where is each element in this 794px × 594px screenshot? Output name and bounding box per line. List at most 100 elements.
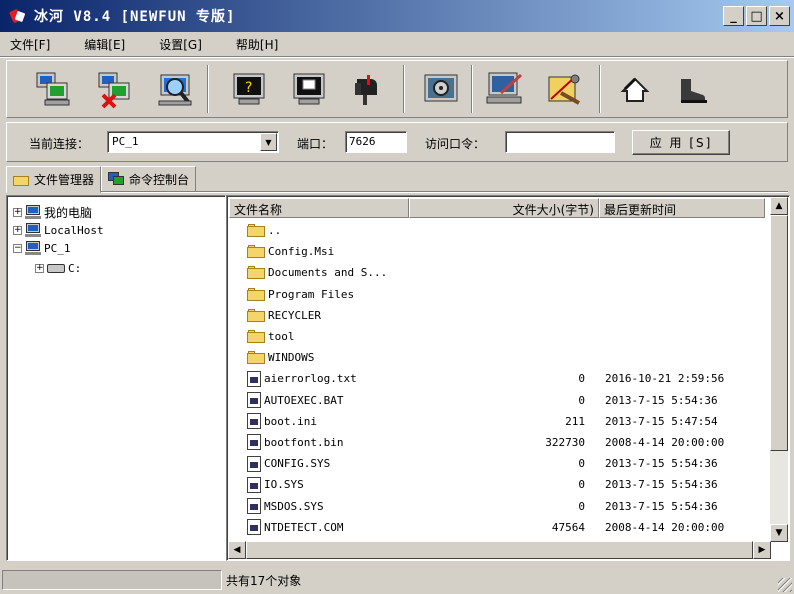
connection-select[interactable]: PC_1 ▼ (107, 131, 279, 153)
tab-command-console[interactable]: 命令控制台 (101, 166, 197, 192)
horizontal-scroll-thumb[interactable] (246, 541, 753, 559)
file-name: boot.ini (264, 414, 317, 428)
file-name: aierrorlog.txt (264, 372, 357, 386)
file-name: NTDETECT.COM (264, 520, 344, 534)
folder-icon (247, 351, 265, 365)
table-row[interactable]: aierrorlog.txt 0 2016-10-21 2:59:56 (229, 368, 765, 389)
scroll-left-button[interactable]: ◀ (228, 541, 246, 559)
expand-icon[interactable]: + (35, 263, 44, 273)
file-size: 0 (578, 499, 585, 513)
file-name-cell: AUTOEXEC.BAT (247, 392, 343, 409)
tree-node-localhost[interactable]: + LocalHost (13, 222, 104, 238)
file-modified-time: 2013-7-15 5:54:36 (605, 478, 718, 492)
table-row[interactable]: AUTOEXEC.BAT 0 2013-7-15 5:54:36 (229, 390, 765, 411)
file-icon (247, 455, 261, 472)
file-modified-time: 2013-7-15 5:47:54 (605, 414, 718, 428)
file-modified-time: 2013-7-15 5:54:36 (605, 393, 718, 407)
home-icon[interactable] (615, 69, 655, 109)
tab-file-manager[interactable]: 文件管理器 (6, 166, 102, 193)
table-row[interactable]: bootfont.bin 322730 2008-4-14 20:00:00 (229, 432, 765, 453)
file-name-cell: MSDOS.SYS (247, 498, 324, 515)
tree-node-label: 我的电脑 (44, 205, 93, 220)
file-list[interactable]: 文件名称 文件大小(字节) 最后更新时间 .. Config.Msi Documen… (226, 195, 790, 561)
minimize-button[interactable]: _ (723, 6, 744, 26)
menu-help[interactable]: 帮助[H] (236, 36, 278, 53)
computer-icon (25, 205, 41, 219)
tree-node-label: PC_1 (44, 241, 71, 255)
file-size: 47564 (551, 520, 585, 534)
file-modified-time: 2016-10-21 2:59:56 (605, 372, 725, 386)
table-row[interactable]: Config.Msi (229, 241, 765, 262)
tree-node-drive-c[interactable]: + C: (35, 260, 81, 276)
collapse-icon[interactable]: − (13, 243, 22, 253)
chevron-down-icon[interactable]: ▼ (260, 133, 277, 151)
close-button[interactable]: × (769, 6, 790, 26)
resize-grip[interactable] (778, 578, 792, 592)
menu-edit[interactable]: 编辑[E] (84, 36, 125, 53)
add-host-icon[interactable] (33, 69, 73, 109)
apply-button[interactable]: 应 用 [S] (632, 130, 730, 155)
scroll-right-button[interactable]: ▶ (753, 541, 771, 559)
tab-bar: 文件管理器 命令控制台 (6, 166, 197, 193)
tree-node-pc1[interactable]: − PC_1 (13, 240, 71, 256)
file-name-cell: aierrorlog.txt (247, 370, 357, 387)
port-input[interactable]: 7626 (345, 131, 407, 153)
file-name: RECYCLER (268, 308, 321, 322)
menu-file[interactable]: 文件[F] (10, 36, 50, 53)
computer-icon (25, 241, 41, 255)
table-row[interactable]: Program Files (229, 284, 765, 305)
table-row[interactable]: Documents and S... (229, 262, 765, 283)
horizontal-scrollbar[interactable]: ◀ ▶ (228, 541, 771, 559)
toolbar-separator (207, 65, 209, 113)
vertical-scrollbar[interactable]: ▲ ▼ (770, 197, 788, 542)
folder-icon (247, 224, 265, 238)
tree-node-my-computer[interactable]: + 我的电脑 (13, 204, 92, 220)
table-row[interactable]: CONFIG.SYS 0 2013-7-15 5:54:36 (229, 453, 765, 474)
file-modified-time: 2008-4-14 20:00:00 (605, 520, 725, 534)
file-name-cell: NTDETECT.COM (247, 519, 344, 536)
config-icon[interactable] (421, 69, 461, 109)
column-header-time[interactable]: 最后更新时间 (599, 198, 765, 218)
table-row[interactable]: WINDOWS (229, 347, 765, 368)
table-row[interactable]: .. (229, 220, 765, 241)
folder-icon (247, 308, 265, 322)
status-panel (2, 570, 222, 590)
maximize-button[interactable]: □ (746, 6, 767, 26)
folder-tree[interactable]: + 我的电脑 + LocalHost − PC_1 + C: (6, 195, 226, 561)
expand-icon[interactable]: + (13, 207, 22, 217)
column-header-name[interactable]: 文件名称 (229, 198, 409, 218)
table-row[interactable]: boot.ini 211 2013-7-15 5:47:54 (229, 411, 765, 432)
file-name: WINDOWS (268, 351, 315, 365)
table-row[interactable]: RECYCLER (229, 305, 765, 326)
file-name-cell: tool (247, 330, 295, 344)
toolbar-separator (403, 65, 405, 113)
table-row[interactable]: MSDOS.SYS 0 2013-7-15 5:54:36 (229, 495, 765, 516)
exit-icon[interactable] (673, 69, 713, 109)
menu-settings[interactable]: 设置[G] (159, 36, 202, 53)
table-row[interactable]: tool (229, 326, 765, 347)
settings-icon[interactable] (485, 69, 525, 109)
table-row[interactable]: IO.SYS 0 2013-7-15 5:54:36 (229, 474, 765, 495)
column-header-size[interactable]: 文件大小(字节) (409, 198, 599, 218)
mailbox-icon[interactable] (345, 69, 385, 109)
password-input[interactable] (505, 131, 615, 153)
vertical-scroll-thumb[interactable] (770, 215, 788, 451)
file-list-header: 文件名称 文件大小(字节) 最后更新时间 (229, 198, 765, 218)
help-icon[interactable]: ? (229, 69, 269, 109)
screen-capture-icon[interactable] (289, 69, 329, 109)
tab-label: 命令控制台 (129, 172, 190, 187)
folder-icon (247, 266, 265, 280)
search-host-icon[interactable] (155, 69, 195, 109)
scroll-up-button[interactable]: ▲ (770, 197, 788, 215)
file-icon (247, 370, 261, 387)
file-size: 211 (565, 414, 585, 428)
title-bar[interactable]: 冰河 V8.4 [NEWFUN 专版] _ □ × (0, 0, 794, 32)
scroll-down-button[interactable]: ▼ (770, 524, 788, 542)
connection-value: PC_1 (112, 135, 139, 148)
table-row[interactable]: NTDETECT.COM 47564 2008-4-14 20:00:00 (229, 517, 765, 538)
delete-host-icon[interactable] (95, 69, 135, 109)
file-icon (247, 392, 261, 409)
expand-icon[interactable]: + (13, 225, 22, 235)
tree-node-label: LocalHost (44, 223, 104, 237)
tools-icon[interactable] (545, 69, 585, 109)
